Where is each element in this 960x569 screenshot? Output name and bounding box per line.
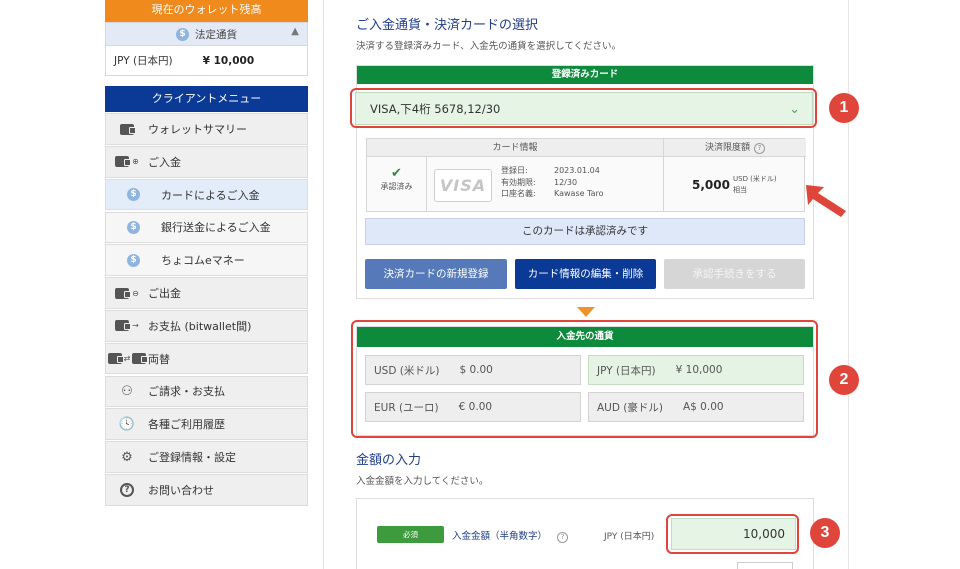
sidebar-item-card-deposit[interactable]: $ カードによるご入金 — [105, 178, 308, 211]
partial-field — [737, 562, 793, 569]
sidebar-item-label: ウォレットサマリー — [148, 123, 247, 137]
legal-tender-label: 法定通貨 — [195, 28, 237, 41]
question-icon: ? — [106, 482, 148, 497]
edit-card-button[interactable]: カード情報の編集・削除 — [515, 259, 656, 289]
balance-amount: ¥ 10,000 — [202, 54, 255, 67]
balance-currency: JPY (日本円) — [114, 55, 173, 67]
withdraw-icon: ⊖ — [106, 287, 148, 299]
step-marker-2: 2 — [829, 365, 859, 395]
help-icon[interactable]: ? — [557, 532, 569, 543]
visa-logo: VISA — [434, 169, 492, 202]
detail-key: 有効期限: — [501, 177, 536, 187]
detail-value: Kawase Taro — [554, 189, 604, 198]
people-icon: ⚇ — [121, 383, 133, 399]
sidebar-item-chocom-emoney[interactable]: $ ちょコムeマネー — [105, 244, 308, 276]
history-icon: 🕓 — [118, 416, 136, 432]
amount-label-text: 入金金額（半角数字） — [452, 531, 548, 542]
exchange-icon: ⇄ — [106, 353, 149, 365]
sidebar-item-label: カードによるご入金 — [161, 188, 260, 202]
card-info-table: カード情報 決済限度額? ✔ 承認済み VISA 登録日: 2023.01.04 … — [366, 138, 806, 212]
sidebar-item-label: 各種ご利用履歴 — [148, 418, 225, 432]
detail-key: 登録日: — [501, 166, 528, 175]
required-badge: 必須 — [377, 526, 444, 543]
content-divider-left — [323, 0, 324, 569]
down-triangle-icon — [577, 307, 595, 317]
sidebar-item-settings[interactable]: ⚙ ご登録情報・設定 — [105, 441, 308, 473]
amount-label: 入金金額（半角数字）? — [452, 528, 569, 543]
amount-section-title: 金額の入力 — [356, 453, 422, 468]
content-divider-right — [848, 0, 849, 569]
step-marker-3: 3 — [810, 518, 840, 548]
approved-status: ✔ 承認済み — [367, 157, 427, 212]
sidebar-item-wallet-summary[interactable]: ウォレットサマリー — [105, 113, 308, 145]
limit-unit: USD (米ドル) 相当 — [733, 174, 777, 196]
help-icon[interactable]: ? — [754, 143, 765, 154]
card-section-title: ご入金通貨・決済カードの選択 — [356, 18, 539, 33]
limit-header-label: 決済限度額 — [704, 143, 750, 153]
approved-label: 承認済み — [380, 182, 413, 191]
balance-row: JPY (日本円) ¥ 10,000 — [105, 46, 308, 76]
sidebar-item-label: 銀行送金によるご入金 — [161, 221, 271, 235]
pointer-arrow-icon — [806, 185, 846, 217]
coin-icon: $ — [106, 188, 161, 202]
detail-value: 2023.01.04 — [554, 166, 600, 175]
gear-icon: ⚙ — [121, 449, 133, 465]
legal-tender-toggle[interactable]: $ 法定通貨 ▲ — [105, 22, 308, 46]
highlight-amount — [666, 514, 799, 554]
chevron-up-icon[interactable]: ▲ — [291, 26, 299, 37]
limit-header: 決済限度額? — [663, 139, 806, 157]
sidebar-item-billing[interactable]: ⚇ ご請求・お支払 — [105, 375, 308, 408]
coin-icon: $ — [106, 253, 161, 267]
card-section-subtitle: 決済する登録済みカード、入金先の通貨を選択してください。 — [356, 41, 622, 52]
wallet-icon — [106, 123, 148, 135]
amount-currency: JPY (日本円) — [604, 532, 655, 542]
sidebar-item-label: ご請求・お支払 — [148, 385, 225, 399]
wallet-balance-header: 現在のウォレット残高 — [105, 0, 308, 22]
limit-unit-currency: USD (米ドル) — [733, 175, 777, 183]
deposit-icon: ⊕ — [106, 156, 148, 168]
sidebar-item-label: ちょコムeマネー — [161, 254, 245, 268]
limit-cell: 5,000 USD (米ドル) 相当 — [663, 157, 806, 212]
sidebar-item-exchange[interactable]: ⇄ 両替 — [105, 342, 308, 375]
check-icon: ✔ — [391, 166, 402, 181]
card-details: 登録日: 2023.01.04 有効期限: 12/30 口座名義: Kawase Ta… — [501, 165, 604, 200]
approval-procedure-button[interactable]: 承認手続きをする — [664, 259, 805, 289]
sidebar-item-bank-deposit[interactable]: $ 銀行送金によるご入金 — [105, 211, 308, 244]
card-info-header: カード情報 — [367, 139, 663, 157]
coin-icon: $ — [176, 27, 189, 41]
coin-icon: $ — [106, 220, 161, 234]
sidebar-item-label: ご出金 — [148, 287, 181, 301]
sidebar-item-label: お問い合わせ — [148, 483, 214, 497]
limit-unit-note: 相当 — [733, 186, 747, 194]
highlight-currency — [351, 320, 818, 438]
client-menu-header: クライアントメニュー — [105, 86, 308, 112]
detail-value: 12/30 — [554, 177, 578, 187]
sidebar-item-contact[interactable]: ? お問い合わせ — [105, 474, 308, 506]
registered-card-header: 登録済みカード — [357, 66, 813, 84]
approved-banner: このカードは承認済みです — [365, 218, 805, 245]
register-new-card-button[interactable]: 決済カードの新規登録 — [365, 259, 507, 289]
sidebar-item-withdraw[interactable]: ⊖ ご出金 — [105, 277, 308, 309]
sidebar-item-label: ご入金 — [148, 155, 181, 169]
sidebar: 現在のウォレット残高 $ 法定通貨 ▲ JPY (日本円) ¥ 10,000 ク… — [105, 0, 308, 506]
step-marker-1: 1 — [829, 93, 859, 123]
sidebar-item-history[interactable]: 🕓 各種ご利用履歴 — [105, 408, 308, 440]
sidebar-item-label: 両替 — [148, 352, 170, 366]
limit-amount: 5,000 — [692, 178, 730, 192]
amount-section-subtitle: 入金金額を入力してください。 — [356, 476, 489, 487]
detail-key: 口座名義: — [501, 189, 536, 198]
sidebar-item-label: お支払 (bitwallet間) — [148, 319, 252, 333]
sidebar-item-deposit[interactable]: ⊕ ご入金 — [105, 146, 308, 178]
payment-icon: → — [106, 320, 148, 332]
sidebar-item-label: ご登録情報・設定 — [148, 451, 236, 465]
highlight-card-select — [350, 88, 817, 128]
page: 現在のウォレット残高 $ 法定通貨 ▲ JPY (日本円) ¥ 10,000 ク… — [0, 0, 960, 569]
sidebar-item-payment[interactable]: → お支払 (bitwallet間) — [105, 310, 308, 342]
